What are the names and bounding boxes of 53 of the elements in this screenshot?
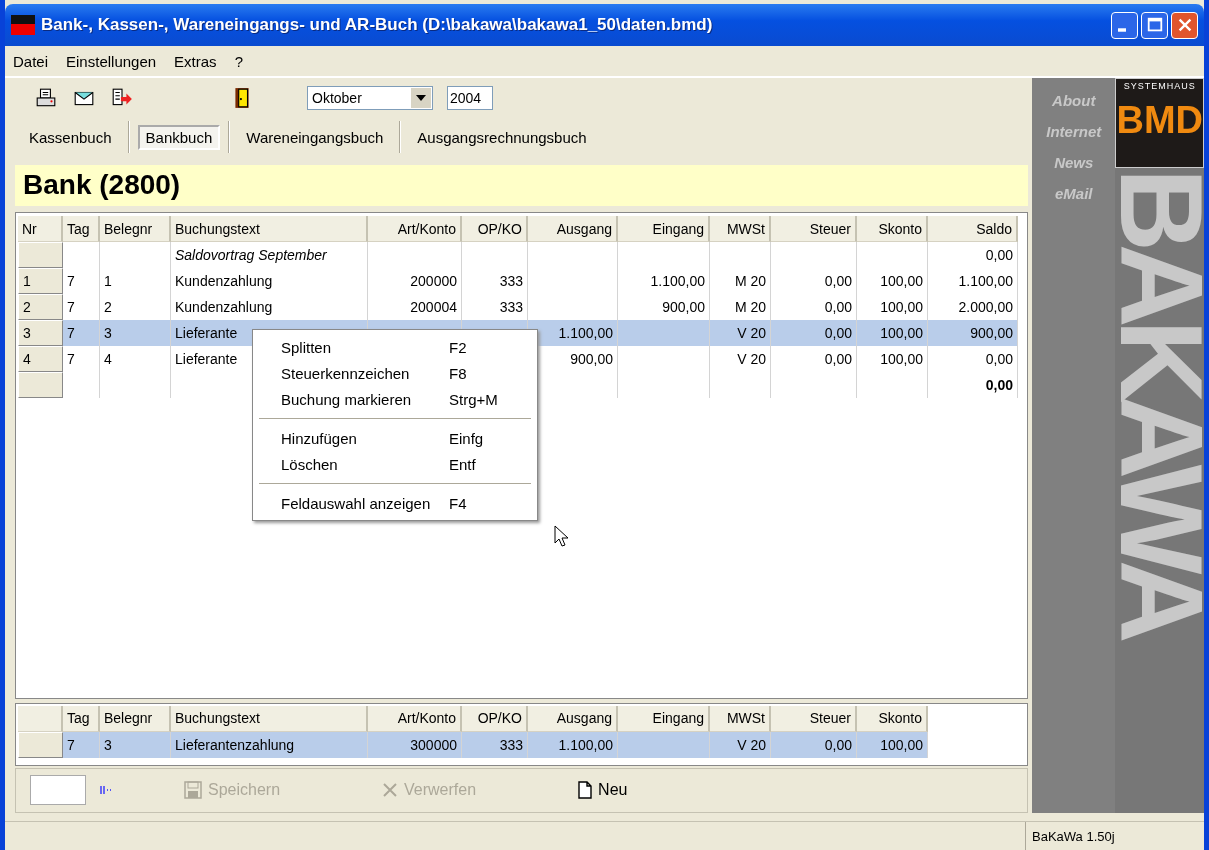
table-cell-text: 1 [103, 272, 113, 292]
window-title: Bank-, Kassen-, Wareneingangs- und AR-Buch (D:\bakawa\bakawa1_50\daten.bmd) [41, 15, 714, 35]
table-cell-text: Lieferante [174, 324, 239, 344]
table-cell-text: 900,00 [661, 298, 706, 318]
table-cell-text: 4 [103, 350, 113, 370]
table-cell-text: 2 [103, 298, 113, 318]
table-cell-text: 1.100,00 [957, 272, 1014, 292]
table-cell-text: V 20 [736, 324, 767, 344]
banner-text: BAKAWA [1115, 168, 1204, 636]
table-cell-text: Lieferante [174, 350, 239, 370]
table-cell-text: 0,00 [823, 324, 853, 344]
table-cell-text: 2.000,00 [957, 298, 1014, 318]
table-cell-text: 0,00 [823, 735, 853, 755]
table-cell-text: V 20 [736, 350, 767, 370]
table-cell-text: 1.100,00 [649, 272, 706, 292]
table-cell-text: 200000 [409, 272, 458, 292]
status-text: BaKaWa 1.50j [1031, 827, 1116, 846]
table-cell-text: Kundenzahlung [174, 272, 274, 292]
table-cell-text: 900,00 [969, 324, 1014, 344]
table-cell-text: 300000 [409, 735, 458, 755]
table-cell-text: 100,00 [879, 350, 924, 370]
table-cell-text: 200004 [409, 298, 458, 318]
table-cell-text: 100,00 [879, 324, 924, 344]
table-cell-text: Lieferantenzahlung [174, 735, 296, 755]
table-cell-text: 0,00 [984, 350, 1014, 370]
table-cell-text: 900,00 [569, 350, 614, 370]
table-cell-text: 0,00 [823, 298, 853, 318]
table-cell-text: 0,00 [984, 376, 1014, 396]
table-cell-text: 333 [498, 298, 524, 318]
table-cell-text: 100,00 [879, 735, 924, 755]
table-cell-text: Kundenzahlung [174, 298, 274, 318]
table-cell-text: 3 [103, 735, 113, 755]
table-cell-text: 7 [66, 350, 76, 370]
table-cell-text: 100,00 [879, 298, 924, 318]
table-cell-text: Saldovortrag September [174, 246, 328, 266]
table-cell-text: M 20 [733, 272, 767, 292]
table-cell-text: 1.100,00 [557, 324, 614, 344]
table-cell-text: 3 [103, 324, 113, 344]
logo: SYSTEMHAUS BMD [1115, 78, 1204, 168]
table-cell-text: 0,00 [984, 246, 1014, 266]
table-cell-text: V 20 [736, 735, 767, 755]
table-cell-text: 0,00 [823, 350, 853, 370]
table-cell-text: 7 [66, 735, 76, 755]
table-cell-text: 7 [66, 272, 76, 292]
table-cell-text: 0,00 [823, 272, 853, 292]
table-cell-text: 7 [66, 298, 76, 318]
table-cell-text: 333 [498, 272, 524, 292]
table-cell-text: M 20 [733, 298, 767, 318]
table-cell-text: 333 [498, 735, 524, 755]
table-cell-text: 7 [66, 324, 76, 344]
table-cell-text: 1.100,00 [557, 735, 614, 755]
account-heading: Bank (2800) [15, 164, 1028, 207]
table-cell-text: 100,00 [879, 272, 924, 292]
